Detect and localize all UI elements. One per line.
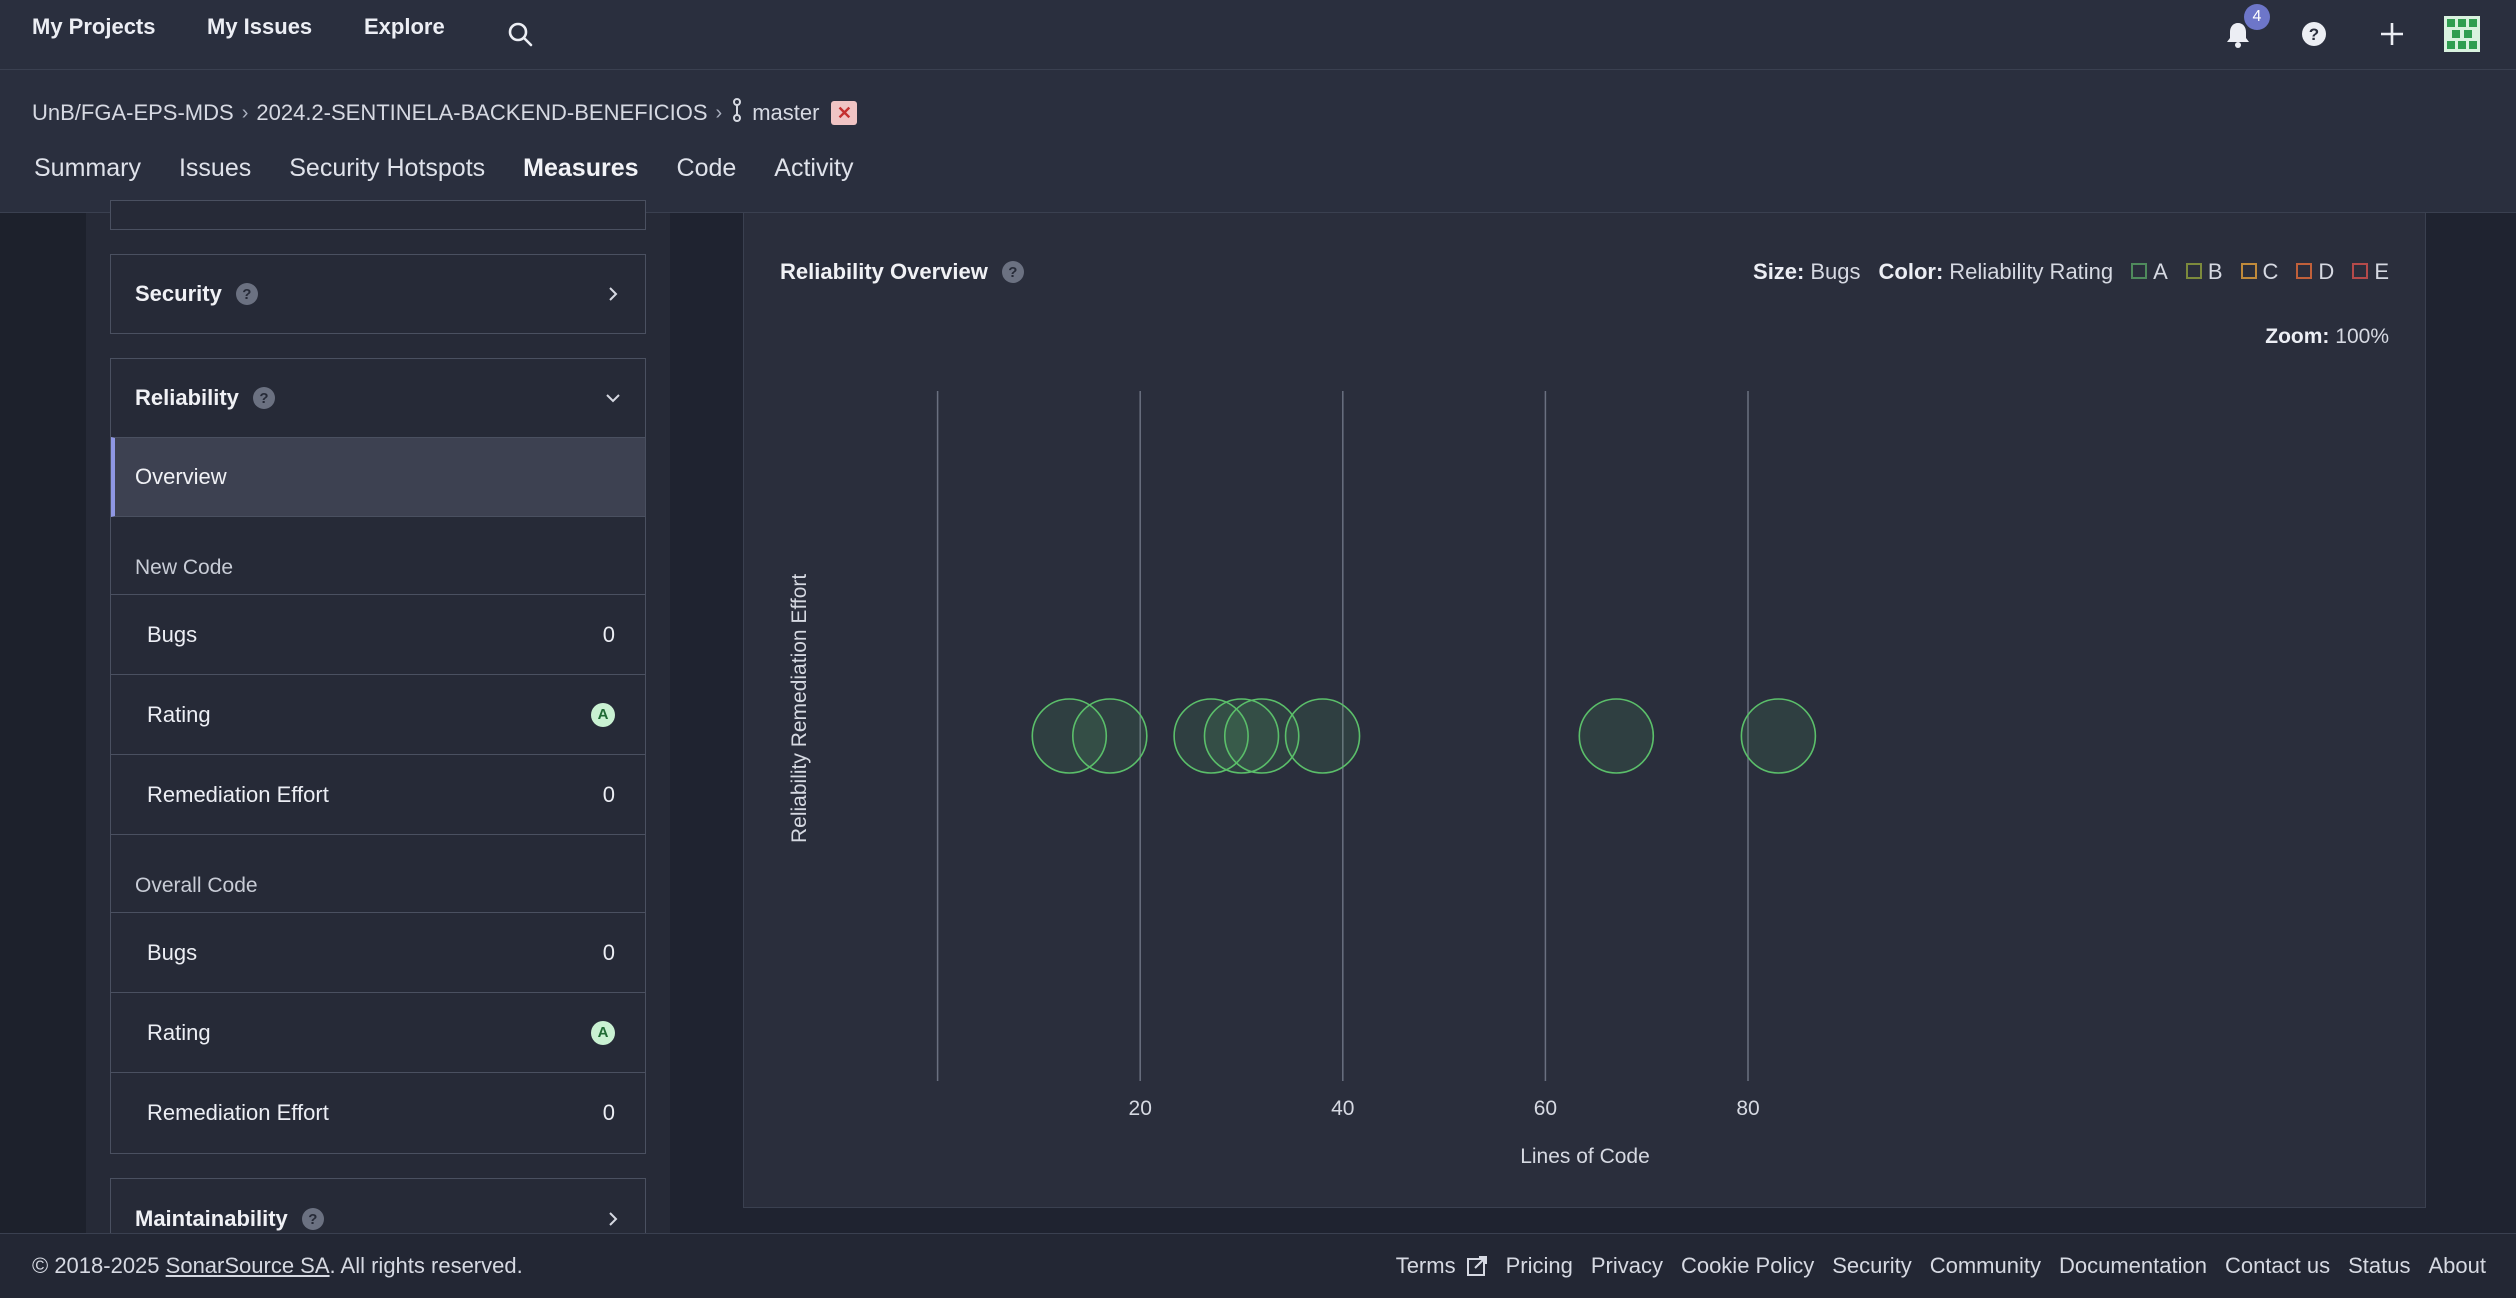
new-code-remediation-row[interactable]: Remediation Effort 0 — [111, 755, 645, 835]
domain-maintainability-title: Maintainability — [135, 1206, 288, 1231]
external-link-icon — [1466, 1256, 1487, 1276]
metric-value: 0 — [602, 621, 615, 647]
copyright: © 2018-2025 SonarSource SA. All rights r… — [32, 1253, 523, 1279]
left-gutter — [0, 213, 86, 1233]
bubble-chart[interactable]: 20 40 60 80 Lines of Code — [744, 213, 2427, 1208]
project-header: UnB/FGA-EPS-MDS › 2024.2-SENTINELA-BACKE… — [0, 70, 2516, 213]
previous-domain-box — [110, 200, 646, 230]
footer-pricing-link[interactable]: Pricing — [1506, 1253, 1573, 1279]
reliability-overview-card: Reliability Overview ? Size: Bugs Color:… — [743, 213, 2426, 1208]
metric-label: Bugs — [147, 621, 198, 647]
metric-label: Remediation Effort — [147, 1100, 329, 1125]
x-tick-label: 40 — [1331, 1097, 1354, 1120]
x-tick-label: 80 — [1736, 1097, 1759, 1120]
rating-badge: A — [591, 1020, 615, 1045]
footer-links: Terms Pricing Privacy Cookie Policy Secu… — [1360, 1253, 2486, 1279]
domain-reliability-title: Reliability — [135, 385, 239, 410]
help-icon[interactable]: ? — [2296, 16, 2332, 52]
footer: © 2018-2025 SonarSource SA. All rights r… — [0, 1233, 2516, 1298]
reliability-overview-item[interactable]: Overview — [111, 437, 645, 517]
domain-reliability-header[interactable]: Reliability ? — [111, 359, 645, 437]
footer-about-link[interactable]: About — [2429, 1253, 2487, 1279]
metric-value: 0 — [602, 781, 615, 807]
bubble-point[interactable] — [1284, 698, 1361, 774]
footer-privacy-link[interactable]: Privacy — [1591, 1253, 1663, 1279]
branch-warning-icon[interactable]: ✕ — [831, 101, 858, 125]
chevron-right-icon — [609, 1212, 618, 1226]
metric-value: 0 — [602, 1100, 615, 1125]
rating-badge: A — [591, 702, 615, 727]
chevron-right-icon: › — [715, 101, 723, 124]
help-icon[interactable]: ? — [235, 283, 258, 305]
tab-activity[interactable]: Activity — [774, 154, 853, 207]
footer-cookie-policy-link[interactable]: Cookie Policy — [1681, 1253, 1814, 1279]
branch-selector[interactable]: master — [752, 100, 819, 126]
footer-security-link[interactable]: Security — [1832, 1253, 1911, 1279]
bubble-point[interactable] — [1072, 698, 1148, 774]
overall-code-label: Overall Code — [111, 835, 645, 913]
bubble-point[interactable] — [1578, 698, 1655, 774]
copyright-suffix: . All rights reserved. — [329, 1253, 523, 1278]
x-tick-label: 20 — [1129, 1097, 1152, 1120]
help-icon[interactable]: ? — [301, 1208, 324, 1230]
notification-badge: 4 — [2244, 4, 2270, 30]
metric-value: 0 — [602, 939, 615, 965]
footer-terms-link[interactable]: Terms — [1378, 1253, 1488, 1279]
nav-explore[interactable]: Explore — [364, 14, 445, 40]
branch-icon — [730, 98, 744, 128]
copyright-prefix: © 2018-2025 — [32, 1253, 166, 1278]
overall-code-rating-row[interactable]: Rating A — [111, 993, 645, 1073]
footer-documentation-link[interactable]: Documentation — [2059, 1253, 2207, 1279]
domain-reliability: Reliability ? Overview New Code Bugs 0 R… — [110, 358, 646, 1154]
sonarsource-link[interactable]: SonarSource SA — [166, 1253, 330, 1278]
footer-contact-link[interactable]: Contact us — [2225, 1253, 2330, 1279]
domain-security-title: Security — [135, 281, 222, 306]
footer-community-link[interactable]: Community — [1930, 1253, 2041, 1279]
domain-security-header[interactable]: Security ? — [111, 255, 645, 333]
breadcrumb-org[interactable]: UnB/FGA-EPS-MDS — [32, 100, 234, 126]
chevron-right-icon: › — [241, 101, 249, 124]
metric-label: Bugs — [147, 939, 198, 965]
new-code-rating-row[interactable]: Rating A — [111, 675, 645, 755]
chevron-right-icon — [609, 287, 618, 301]
metric-label: Remediation Effort — [147, 781, 329, 807]
overall-code-remediation-row[interactable]: Remediation Effort 0 — [111, 1073, 645, 1153]
x-axis-label: Lines of Code — [1520, 1145, 1650, 1168]
metric-label: Rating — [147, 701, 211, 727]
overall-code-bugs-row[interactable]: Bugs 0 — [111, 913, 645, 993]
plus-icon[interactable] — [2374, 16, 2410, 52]
breadcrumb: UnB/FGA-EPS-MDS › 2024.2-SENTINELA-BACKE… — [32, 98, 858, 128]
help-icon[interactable]: ? — [252, 387, 275, 409]
tab-code[interactable]: Code — [677, 154, 737, 207]
nav-my-issues[interactable]: My Issues — [207, 14, 312, 40]
bell-icon[interactable]: 4 — [2220, 4, 2270, 52]
breadcrumb-project[interactable]: 2024.2-SENTINELA-BACKEND-BENEFICIOS — [256, 100, 707, 126]
metric-label: Rating — [147, 1019, 211, 1045]
x-tick-label: 60 — [1534, 1097, 1557, 1120]
footer-status-link[interactable]: Status — [2348, 1253, 2410, 1279]
svg-text:?: ? — [2309, 25, 2319, 44]
nav-my-projects[interactable]: My Projects — [32, 14, 156, 40]
new-code-label: New Code — [111, 517, 645, 595]
search-icon[interactable] — [502, 16, 538, 52]
avatar[interactable] — [2444, 16, 2480, 52]
bubble-point[interactable] — [1740, 698, 1817, 774]
domain-security[interactable]: Security ? — [110, 254, 646, 334]
domain-maintainability[interactable]: Maintainability ? — [110, 1178, 646, 1238]
chevron-down-icon — [606, 394, 620, 403]
new-code-bugs-row[interactable]: Bugs 0 — [111, 595, 645, 675]
top-navbar: My Projects My Issues Explore 4 ? — [0, 0, 2516, 70]
